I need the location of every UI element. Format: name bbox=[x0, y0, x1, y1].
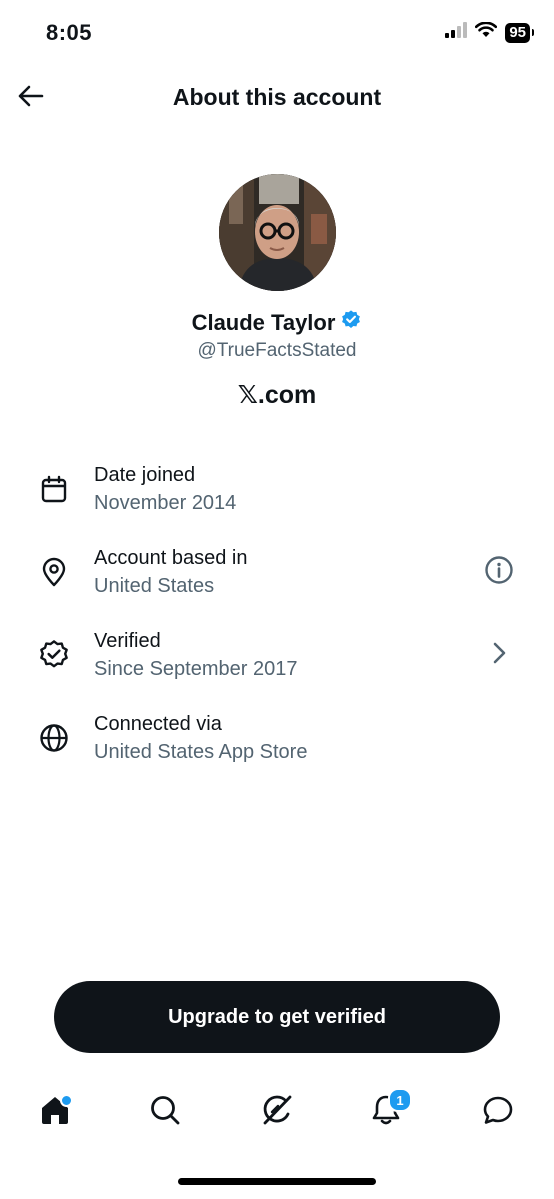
chat-bubble-icon bbox=[481, 1093, 515, 1132]
info-row-account-based-in: Account based in United States bbox=[0, 537, 554, 620]
header: About this account bbox=[0, 72, 554, 124]
info-button[interactable] bbox=[482, 555, 516, 589]
grok-icon bbox=[259, 1092, 295, 1133]
info-row-verified[interactable]: Verified Since September 2017 bbox=[0, 620, 554, 703]
handle: @TrueFactsStated bbox=[197, 340, 357, 361]
verified-badge-outline-icon bbox=[37, 638, 71, 672]
battery-indicator: 95 bbox=[505, 22, 534, 43]
name-row: Claude Taylor bbox=[0, 309, 554, 336]
tab-home[interactable] bbox=[35, 1092, 75, 1132]
search-icon bbox=[148, 1093, 182, 1132]
info-row-connected-via: Connected via United States App Store bbox=[0, 703, 554, 786]
info-value: November 2014 bbox=[94, 492, 237, 514]
wifi-icon bbox=[475, 21, 498, 43]
tab-grok[interactable] bbox=[257, 1092, 297, 1132]
tab-bar: 1 bbox=[0, 1084, 554, 1144]
tab-notifications[interactable]: 1 bbox=[366, 1088, 412, 1132]
cellular-signal-icon bbox=[445, 22, 468, 43]
info-title: Account based in bbox=[94, 547, 248, 569]
info-title: Date joined bbox=[94, 464, 196, 486]
info-title: Connected via bbox=[94, 713, 222, 735]
unread-dot bbox=[60, 1094, 73, 1107]
calendar-icon bbox=[37, 472, 71, 506]
status-time: 8:05 bbox=[46, 20, 93, 45]
upgrade-to-verified-button[interactable]: Upgrade to get verified bbox=[54, 981, 500, 1053]
home-indicator bbox=[178, 1178, 376, 1185]
info-value: United States App Store bbox=[94, 741, 308, 763]
info-icon bbox=[484, 555, 514, 590]
avatar[interactable] bbox=[219, 174, 336, 291]
globe-icon bbox=[37, 721, 71, 755]
verified-badge-icon bbox=[340, 309, 362, 336]
display-name: Claude Taylor bbox=[191, 309, 336, 335]
location-pin-icon bbox=[37, 555, 71, 589]
info-value: Since September 2017 bbox=[94, 658, 298, 680]
info-value: United States bbox=[94, 575, 215, 597]
info-title: Verified bbox=[94, 630, 161, 652]
chevron-right-icon bbox=[489, 640, 509, 671]
status-bar: 8:05 95 bbox=[0, 0, 554, 64]
info-row-date-joined: Date joined November 2014 bbox=[0, 454, 554, 537]
verified-details-button[interactable] bbox=[482, 638, 516, 672]
info-list: Date joined November 2014 Account based … bbox=[0, 454, 554, 786]
website-link[interactable]: 𝕏.com bbox=[0, 380, 554, 410]
status-icons: 95 bbox=[445, 21, 534, 43]
page-title: About this account bbox=[172, 84, 382, 110]
tab-messages[interactable] bbox=[478, 1092, 518, 1132]
tab-search[interactable] bbox=[145, 1092, 185, 1132]
notification-count-badge: 1 bbox=[388, 1088, 412, 1112]
